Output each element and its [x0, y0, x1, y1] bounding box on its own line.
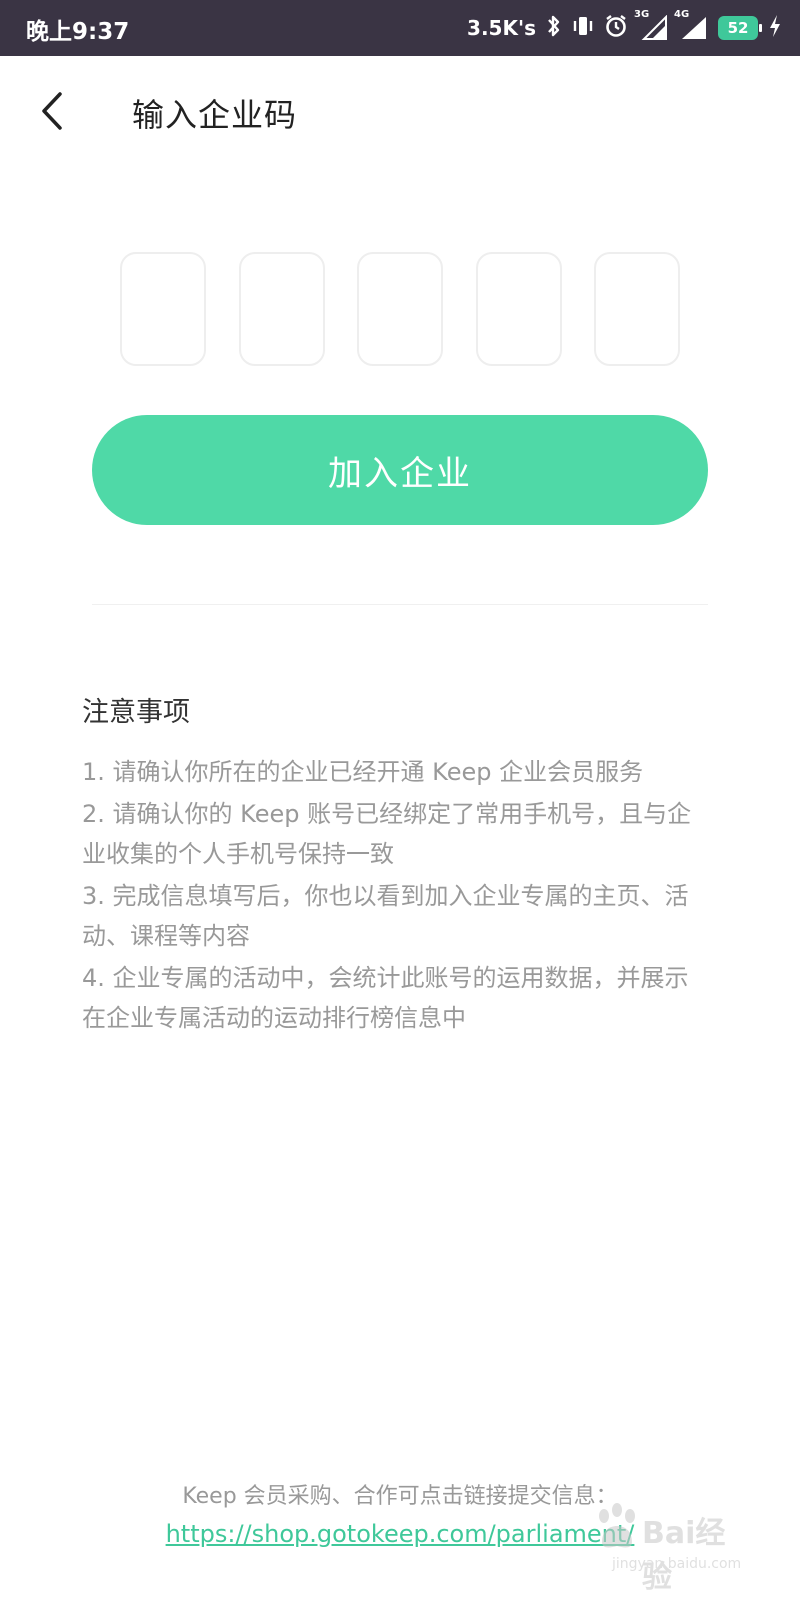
back-button[interactable]: [28, 86, 76, 136]
divider: [92, 604, 708, 605]
watermark-subtext: jingyan.baidu.com: [612, 1556, 742, 1572]
signal-3g-label: 3G: [634, 9, 650, 20]
alarm-icon: [604, 14, 628, 43]
enterprise-code-input[interactable]: [120, 252, 680, 366]
code-box-4[interactable]: [475, 252, 562, 366]
notes-list: 1. 请确认你所在的企业已经开通 Keep 企业会员服务 2. 请确认你的 Ke…: [82, 752, 710, 1040]
net-speed: 3.5K's: [467, 16, 536, 40]
signal-4g-label: 4G: [674, 9, 690, 20]
code-box-2[interactable]: [238, 252, 325, 366]
bluetooth-icon: [546, 14, 562, 43]
join-enterprise-button[interactable]: 加入企业: [92, 415, 708, 525]
baidu-watermark: Bai经验 jingyan.baidu.com: [594, 1498, 754, 1595]
vibrate-icon: [572, 14, 594, 43]
page-title: 输入企业码: [132, 96, 298, 134]
battery-icon: 52: [718, 16, 762, 40]
notes-item: 4. 企业专属的活动中，会统计此账号的运用数据，并展示在企业专属活动的运动排行榜…: [82, 964, 689, 1032]
code-box-1[interactable]: [120, 252, 206, 366]
signal-3g-icon: 3G: [634, 9, 668, 41]
status-time: 晚上9:37: [26, 19, 130, 45]
code-box-5[interactable]: [594, 252, 680, 366]
notes-title: 注意事项: [82, 697, 190, 728]
paw-icon: [599, 1503, 635, 1548]
status-icons: 3.5K's 3G 4G 52: [467, 9, 782, 44]
signal-4g-icon: 4G: [674, 9, 708, 41]
notes-item: 3. 完成信息填写后，你也以看到加入企业专属的主页、活动、课程等内容: [82, 882, 689, 950]
status-bar: 晚上9:37 3.5K's 3G 4G 52: [0, 0, 800, 56]
chevron-left-icon: [42, 92, 62, 130]
charging-icon: [768, 14, 782, 43]
code-box-3[interactable]: [357, 252, 443, 366]
notes-item: 1. 请确认你所在的企业已经开通 Keep 企业会员服务: [82, 758, 644, 786]
notes-item: 2. 请确认你的 Keep 账号已经绑定了常用手机号，且与企业收集的个人手机号保…: [82, 800, 692, 868]
watermark-text: Bai经验: [642, 1516, 726, 1595]
battery-level: 52: [727, 19, 749, 37]
